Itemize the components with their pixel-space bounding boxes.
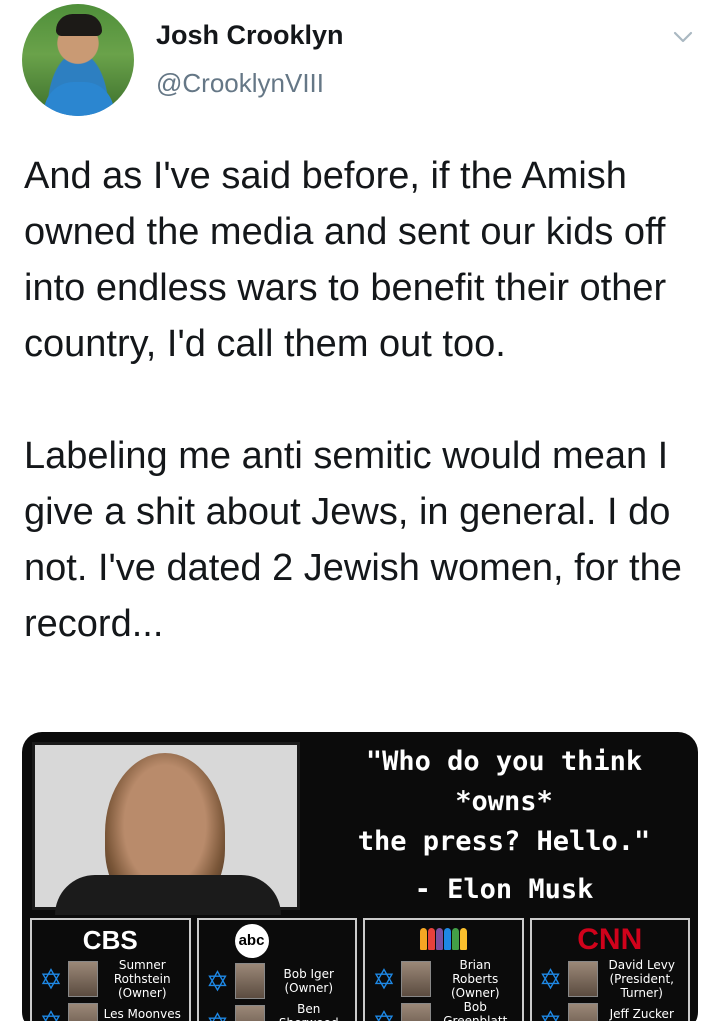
tweet-media-image[interactable]: "Who do you think *owns* the press? Hell… bbox=[22, 732, 698, 1021]
exec-role: (Owner) bbox=[450, 986, 500, 1000]
exec-label: David Levy (President, Turner) bbox=[602, 958, 683, 1000]
tweet-text: And as I've said before, if the Amish ow… bbox=[24, 148, 692, 652]
star-icon: ✡ bbox=[39, 1005, 63, 1021]
star-icon: ✡ bbox=[538, 963, 563, 995]
exec-row: ✡ Bob Iger (Owner) bbox=[205, 962, 350, 1000]
exec-row: ✡ Les Moonves (President) bbox=[38, 1002, 183, 1021]
exec-name: Ben Sherwood bbox=[279, 1002, 339, 1021]
exec-label: Bob Iger (Owner) bbox=[269, 967, 350, 995]
tweet-paragraph: And as I've said before, if the Amish ow… bbox=[24, 155, 667, 365]
exec-label: Les Moonves (President) bbox=[102, 1007, 183, 1021]
exec-row: ✡ Brian Roberts (Owner) bbox=[371, 958, 516, 1000]
exec-role: (Owner) bbox=[284, 981, 334, 995]
exec-row: ✡ Sumner Rothstein (Owner) bbox=[38, 958, 183, 1000]
exec-row: ✡ Ben Sherwood (President) bbox=[205, 1002, 350, 1021]
image-quote: "Who do you think *owns* the press? Hell… bbox=[314, 742, 694, 910]
exec-photo bbox=[68, 961, 98, 997]
star-icon: ✡ bbox=[39, 963, 63, 995]
exec-photo bbox=[68, 1003, 98, 1021]
network-grid: CBS ✡ Sumner Rothstein (Owner) ✡ Les Moo… bbox=[30, 918, 690, 1021]
network-cbs: CBS ✡ Sumner Rothstein (Owner) ✡ Les Moo… bbox=[30, 918, 191, 1021]
avatar-shirt bbox=[44, 82, 114, 116]
tweet: Josh Crooklyn @CrooklynVIII And as I've … bbox=[0, 0, 703, 1021]
exec-photo bbox=[401, 1003, 431, 1021]
exec-label: Brian Roberts (Owner) bbox=[435, 958, 516, 1000]
network-cnn: CNN ✡ David Levy (President, Turner) ✡ J… bbox=[529, 918, 690, 1021]
exec-label: Bob Greenblatt (President) bbox=[435, 1000, 516, 1021]
network-abc: abc ✡ Bob Iger (Owner) ✡ Ben Sherwood (P… bbox=[196, 918, 357, 1021]
exec-role: (President, Turner) bbox=[609, 972, 674, 1000]
exec-row: ✡ David Levy (President, Turner) bbox=[538, 958, 683, 1000]
exec-photo bbox=[567, 1003, 598, 1021]
exec-name: Sumner Rothstein bbox=[113, 958, 171, 986]
chevron-down-icon[interactable] bbox=[672, 26, 694, 48]
exec-photo bbox=[234, 1005, 265, 1021]
portrait-photo bbox=[32, 742, 300, 915]
avatar[interactable] bbox=[22, 4, 134, 116]
quote-line: the press? Hello." bbox=[357, 826, 651, 857]
exec-label: Jeff Zucker (President) bbox=[602, 1007, 683, 1021]
exec-label: Ben Sherwood (President) bbox=[269, 1002, 350, 1021]
exec-name: Bob Greenblatt bbox=[443, 1000, 508, 1021]
star-icon: ✡ bbox=[372, 963, 396, 995]
exec-name: Jeff Zucker bbox=[609, 1007, 674, 1021]
avatar-hair bbox=[56, 14, 102, 36]
tweet-paragraph: Labeling me anti semitic would mean I gi… bbox=[24, 435, 682, 645]
cnn-logo: CNN bbox=[577, 923, 643, 956]
star-icon: ✡ bbox=[205, 965, 230, 997]
author-display-name[interactable]: Josh Crooklyn bbox=[156, 20, 344, 51]
exec-row: ✡ Jeff Zucker (President) bbox=[538, 1002, 683, 1021]
nbc-peacock-logo bbox=[371, 928, 516, 956]
portrait-shoulders bbox=[55, 875, 281, 915]
exec-name: Brian Roberts bbox=[452, 958, 499, 986]
star-icon: ✡ bbox=[538, 1005, 563, 1021]
exec-row: ✡ Bob Greenblatt (President) bbox=[371, 1000, 516, 1021]
exec-role: (Owner) bbox=[117, 986, 167, 1000]
star-icon: ✡ bbox=[205, 1007, 231, 1021]
exec-photo bbox=[234, 963, 265, 999]
exec-photo bbox=[567, 961, 598, 997]
exec-name: Bob Iger bbox=[283, 967, 334, 981]
exec-label: Sumner Rothstein (Owner) bbox=[102, 958, 183, 1000]
author-handle[interactable]: @CrooklynVIII bbox=[156, 68, 324, 99]
exec-name: David Levy bbox=[608, 958, 676, 972]
quote-attribution: - Elon Musk bbox=[414, 874, 594, 905]
quote-line: "Who do you think *owns* bbox=[365, 746, 643, 817]
exec-name: Les Moonves bbox=[103, 1007, 181, 1021]
cbs-logo: CBS bbox=[82, 925, 138, 955]
abc-logo: abc bbox=[234, 924, 269, 958]
star-icon: ✡ bbox=[372, 1005, 396, 1021]
network-nbc: ✡ Brian Roberts (Owner) ✡ Bob Greenblatt… bbox=[363, 918, 524, 1021]
exec-photo bbox=[401, 961, 431, 997]
